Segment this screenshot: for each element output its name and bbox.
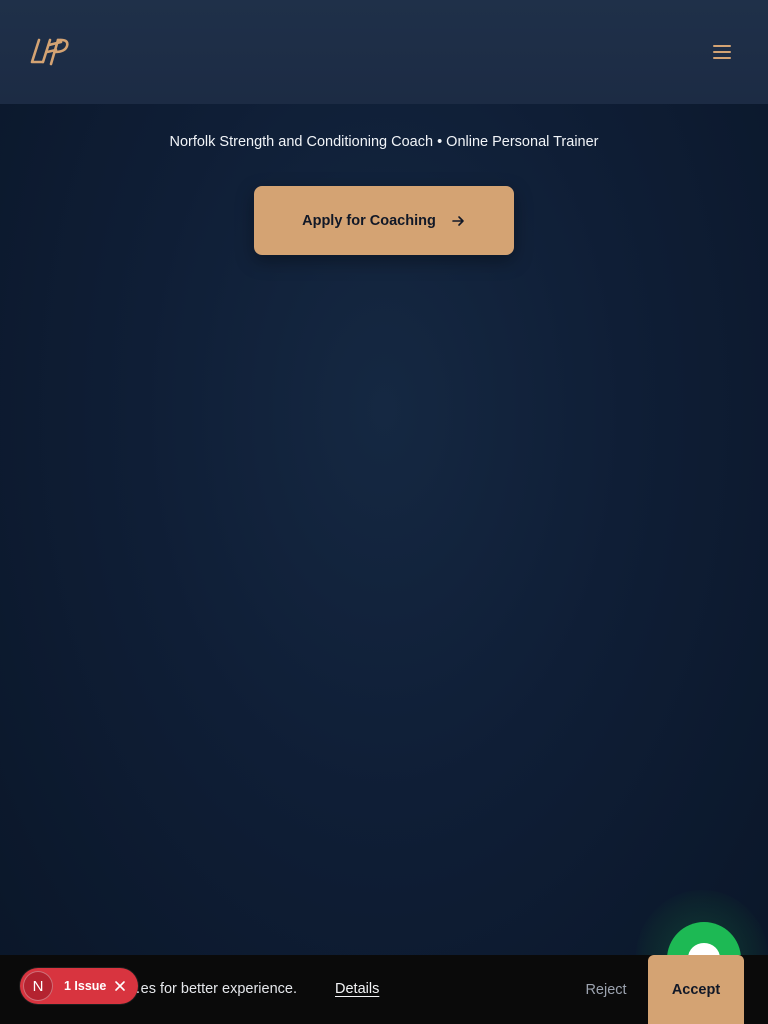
apply-for-coaching-button[interactable]: Apply for Coaching [254,186,514,255]
n-logo-icon: N [23,971,53,1001]
logo-link[interactable] [30,36,70,68]
hero-subtitle: Norfolk Strength and Conditioning Coach … [169,134,599,150]
cookie-reject-button[interactable]: Reject [578,955,634,1024]
close-icon[interactable] [114,980,126,992]
issues-count-label: 1 Issue [64,979,107,993]
dev-issues-badge[interactable]: N 1 Issue [20,968,138,1004]
site-header [0,0,768,104]
apply-button-label: Apply for Coaching [302,212,436,229]
cookie-accept-button[interactable]: Accept [648,955,744,1024]
cookie-details-link[interactable]: Details [335,955,379,1024]
cookie-message-text: …es for better experience. [126,981,297,997]
arrow-right-icon [452,215,464,226]
hamburger-menu-icon[interactable] [704,34,740,70]
lfp-logo-icon [30,38,69,66]
